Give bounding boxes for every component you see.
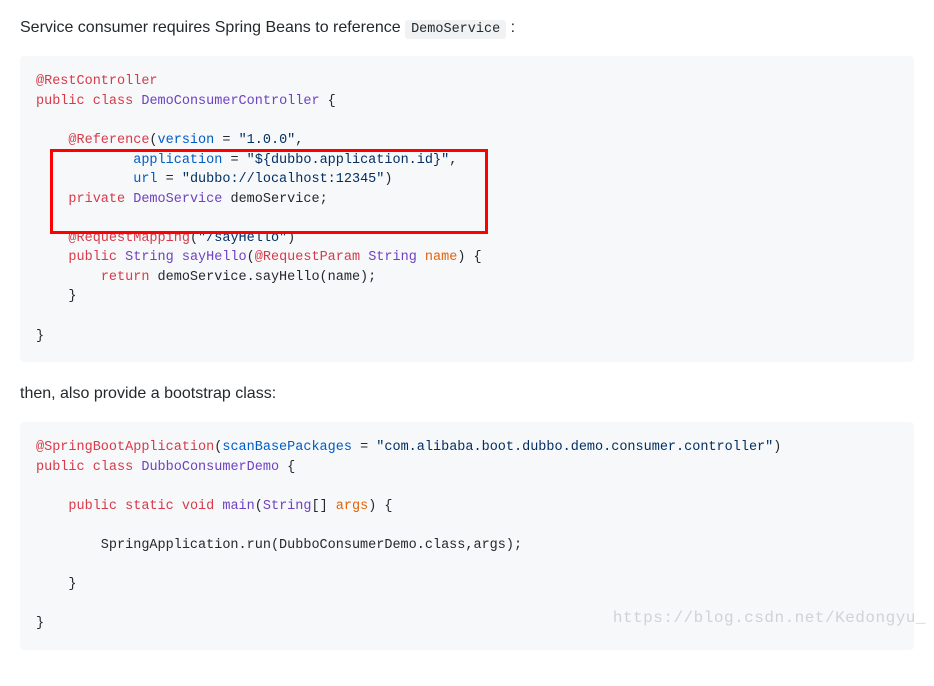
keyword-public: public xyxy=(36,460,85,475)
param-scanbasepackages: scanBasePackages xyxy=(222,440,352,455)
annotation-requestparam: @RequestParam xyxy=(255,250,360,265)
intro-paragraph: Service consumer requires Spring Beans t… xyxy=(20,16,914,40)
param-version: version xyxy=(158,133,215,148)
string-url: "dubbo://localhost:12345" xyxy=(182,172,385,187)
annotation-requestmapping: @RequestMapping xyxy=(68,231,190,246)
annotation-reference: @Reference xyxy=(68,133,149,148)
type-string: String xyxy=(368,250,417,265)
intro-text-after: : xyxy=(511,19,515,36)
keyword-static: static xyxy=(125,499,174,514)
keyword-return: return xyxy=(101,270,150,285)
type-string: String xyxy=(263,499,312,514)
param-args: args xyxy=(336,499,368,514)
field-demoservice: demoService xyxy=(230,192,319,207)
type-string: String xyxy=(125,250,174,265)
keyword-public: public xyxy=(68,250,117,265)
keyword-class: class xyxy=(93,94,134,109)
keyword-public: public xyxy=(68,499,117,514)
string-version: "1.0.0" xyxy=(239,133,296,148)
keyword-class: class xyxy=(93,460,134,475)
annotation-restcontroller: @RestController xyxy=(36,74,158,89)
param-application: application xyxy=(133,153,222,168)
param-name: name xyxy=(425,250,457,265)
mid-paragraph: then, also provide a bootstrap class: xyxy=(20,382,914,406)
array-brackets: [] xyxy=(311,499,327,514)
method-sayhello: sayHello xyxy=(182,250,247,265)
string-application: "${dubbo.application.id}" xyxy=(247,153,450,168)
code-block-consumer: @RestController public class DemoConsume… xyxy=(20,56,914,362)
string-package: "com.alibaba.boot.dubbo.demo.consumer.co… xyxy=(376,440,773,455)
brace: { xyxy=(320,94,336,109)
method-main: main xyxy=(222,499,254,514)
keyword-void: void xyxy=(182,499,214,514)
run-line: SpringApplication.run(DubboConsumerDemo.… xyxy=(36,538,522,553)
return-expr: demoService.sayHello(name); xyxy=(149,270,376,285)
type-demoservice: DemoService xyxy=(133,192,222,207)
classname: DemoConsumerController xyxy=(141,94,319,109)
string-path: "/sayHello" xyxy=(198,231,287,246)
intro-text-before: Service consumer requires Spring Beans t… xyxy=(20,19,405,36)
classname: DubboConsumerDemo xyxy=(141,460,279,475)
code-block-bootstrap: @SpringBootApplication(scanBasePackages … xyxy=(20,422,914,650)
param-url: url xyxy=(133,172,157,187)
inline-code-demoservice: DemoService xyxy=(405,20,506,39)
keyword-private: private xyxy=(68,192,125,207)
keyword-public: public xyxy=(36,94,85,109)
annotation-springbootapplication: @SpringBootApplication xyxy=(36,440,214,455)
